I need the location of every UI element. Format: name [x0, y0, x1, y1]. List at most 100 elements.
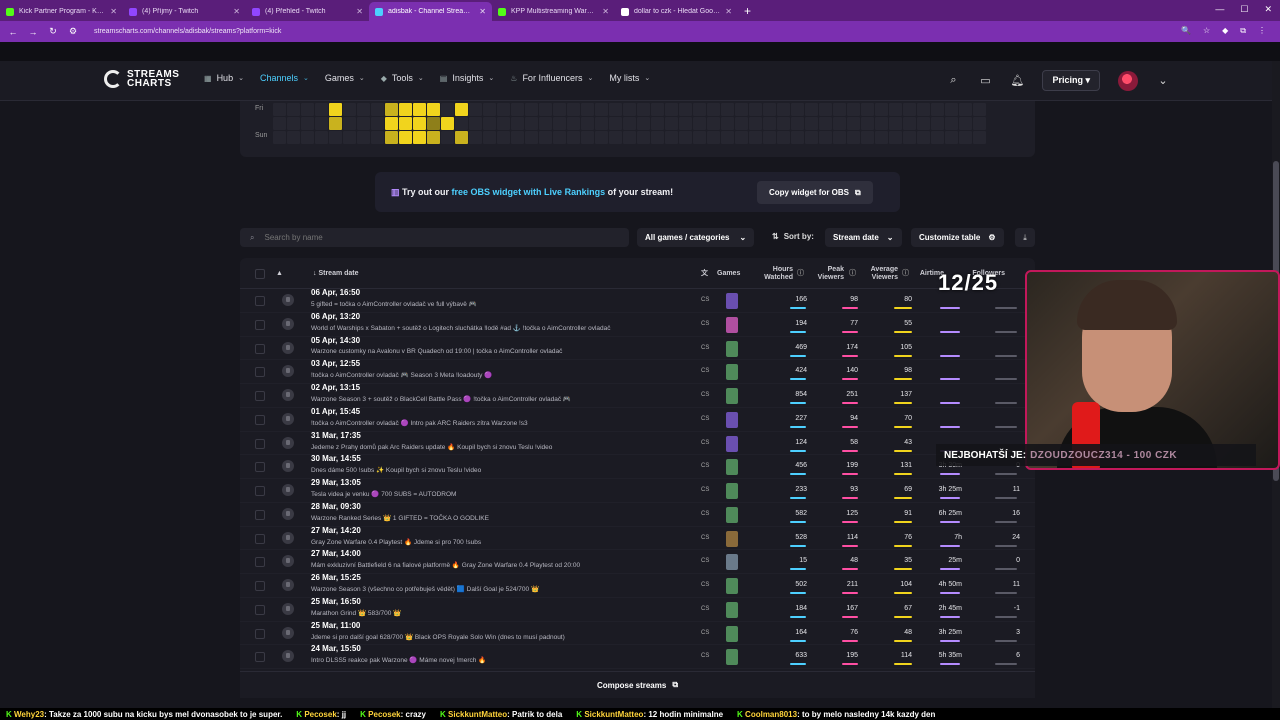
- table-row[interactable]: 06 Apr, 13:20 World of Warships x Sabato…: [240, 312, 1035, 337]
- extension-icon[interactable]: ◆: [1222, 26, 1228, 36]
- game-cover-icon[interactable]: [726, 625, 738, 642]
- game-cover-icon[interactable]: [726, 293, 738, 309]
- copy-widget-button[interactable]: Copy widget for OBS ⧉: [757, 181, 873, 204]
- table-row[interactable]: 01 Apr, 15:45 !točka o AimController ovl…: [240, 407, 1035, 432]
- play-icon[interactable]: [282, 650, 294, 663]
- stream-date[interactable]: 26 Mar, 15:25: [311, 573, 361, 582]
- stream-date[interactable]: 29 Mar, 13:05: [311, 478, 361, 487]
- close-tab-icon[interactable]: ✕: [602, 7, 609, 16]
- stream-date[interactable]: 06 Apr, 13:20: [311, 312, 360, 321]
- stream-date[interactable]: 31 Mar, 17:35: [311, 431, 361, 440]
- browser-tab[interactable]: (4) Příjmy - Twitch ✕: [123, 2, 246, 21]
- table-row[interactable]: 25 Mar, 16:50 Marathon Grind 👑 583/700 👑…: [240, 597, 1035, 622]
- game-cover-icon[interactable]: [726, 340, 738, 357]
- game-cover-icon[interactable]: [726, 601, 738, 618]
- close-tab-icon[interactable]: ✕: [356, 7, 363, 16]
- sort-select[interactable]: Stream date ⌄: [825, 228, 902, 247]
- play-icon[interactable]: [282, 555, 294, 568]
- browser-tab[interactable]: dollar to czk - Hledat Googlem ✕: [615, 2, 738, 21]
- nav-item-games[interactable]: Games ⌄: [325, 73, 365, 83]
- table-row[interactable]: 03 Apr, 12:55 !točka o AimController ovl…: [240, 359, 1035, 384]
- table-row[interactable]: 31 Mar, 17:35 Jedeme z Prahy domů pak Ar…: [240, 431, 1035, 456]
- url-field[interactable]: streamscharts.com/channels/adisbak/strea…: [94, 28, 281, 35]
- download-button[interactable]: ⤓: [1015, 228, 1035, 247]
- play-icon[interactable]: [282, 531, 294, 544]
- back-icon[interactable]: ←: [8, 27, 18, 37]
- row-checkbox[interactable]: [255, 319, 265, 330]
- play-icon[interactable]: [282, 484, 294, 496]
- nav-item-hub[interactable]: ▦ Hub ⌄: [204, 73, 244, 83]
- user-avatar[interactable]: [1118, 70, 1138, 91]
- browser-tab[interactable]: KPP Multistreaming Warning - ✕: [492, 2, 615, 21]
- play-icon[interactable]: [282, 412, 294, 425]
- table-row[interactable]: 06 Apr, 16:50 5 gifted = točka o AimCont…: [240, 288, 1035, 313]
- close-tab-icon[interactable]: ✕: [233, 7, 240, 16]
- play-icon[interactable]: [282, 626, 294, 639]
- game-cover-icon[interactable]: [726, 578, 738, 594]
- row-checkbox[interactable]: [255, 486, 265, 496]
- info-icon[interactable]: ⓘ: [797, 258, 804, 289]
- select-all-checkbox[interactable]: [255, 258, 265, 289]
- row-checkbox[interactable]: [255, 557, 265, 568]
- forward-icon[interactable]: →: [28, 27, 38, 37]
- hours-watched-header[interactable]: Hours Watched: [755, 258, 793, 289]
- pricing-button[interactable]: Pricing ▾: [1042, 70, 1100, 91]
- play-icon[interactable]: [282, 294, 294, 306]
- site-info-icon[interactable]: ⚙: [68, 26, 78, 37]
- nav-item-channels[interactable]: Channels ⌄: [260, 73, 309, 83]
- stream-date[interactable]: 28 Mar, 09:30: [311, 502, 361, 511]
- stream-date[interactable]: 27 Mar, 14:00: [311, 549, 361, 558]
- close-tab-icon[interactable]: ✕: [725, 7, 732, 16]
- chevron-down-icon[interactable]: ⌄: [1156, 74, 1170, 87]
- game-cover-icon[interactable]: [726, 364, 738, 381]
- minimize-icon[interactable]: —: [1215, 4, 1224, 15]
- game-cover-icon[interactable]: [726, 459, 738, 476]
- row-checkbox[interactable]: [255, 652, 265, 663]
- row-checkbox[interactable]: [255, 296, 265, 306]
- reload-icon[interactable]: ↻: [48, 26, 58, 37]
- play-icon[interactable]: [282, 341, 294, 354]
- stream-date[interactable]: 03 Apr, 12:55: [311, 359, 360, 368]
- table-row[interactable]: 02 Apr, 13:15 Warzone Season 3 + soutěž …: [240, 383, 1035, 408]
- close-window-icon[interactable]: ✕: [1264, 4, 1272, 15]
- game-cover-icon[interactable]: [726, 411, 738, 428]
- game-cover-icon[interactable]: [726, 554, 738, 571]
- row-checkbox[interactable]: [255, 343, 265, 354]
- play-icon[interactable]: [282, 317, 294, 330]
- browser-tab[interactable]: (4) Přehled - Twitch ✕: [246, 2, 369, 21]
- row-checkbox[interactable]: [255, 509, 265, 520]
- close-tab-icon[interactable]: ✕: [110, 7, 117, 16]
- stream-date[interactable]: 25 Mar, 16:50: [311, 597, 361, 606]
- nav-item-insights[interactable]: ▤ Insights ⌄: [440, 73, 494, 83]
- game-cover-icon[interactable]: [726, 388, 738, 404]
- row-checkbox[interactable]: [255, 367, 265, 378]
- row-checkbox[interactable]: [255, 581, 265, 591]
- browser-tab[interactable]: Kick Partner Program - Kick Da ✕: [0, 2, 123, 21]
- stream-date-header[interactable]: ↓ Stream date: [313, 258, 359, 289]
- browser-tab[interactable]: adisbak - Channel Streams on K ✕: [369, 2, 492, 21]
- game-cover-icon[interactable]: [726, 435, 738, 452]
- table-row[interactable]: 27 Mar, 14:00 Mám exkluzivní Battlefield…: [240, 549, 1035, 574]
- nav-item-for-influencers[interactable]: ♨ For Influencers ⌄: [510, 73, 593, 83]
- row-checkbox[interactable]: [255, 462, 265, 473]
- play-icon[interactable]: [282, 365, 294, 378]
- game-cover-icon[interactable]: [726, 649, 738, 666]
- close-tab-icon[interactable]: ✕: [479, 7, 486, 16]
- table-row[interactable]: 28 Mar, 09:30 Warzone Ranked Series 👑 1 …: [240, 502, 1035, 527]
- notifications-bell-icon[interactable]: 🔔︎: [1010, 74, 1024, 87]
- play-icon[interactable]: [282, 460, 294, 473]
- promo-link[interactable]: free OBS widget with Live Rankings: [452, 187, 606, 197]
- info-icon[interactable]: ⓘ: [849, 258, 856, 289]
- stream-date[interactable]: 24 Mar, 15:50: [311, 644, 361, 653]
- game-cover-icon[interactable]: [726, 316, 738, 333]
- stream-date[interactable]: 01 Apr, 15:45: [311, 407, 360, 416]
- search-icon[interactable]: ⌕: [946, 74, 960, 87]
- nav-item-tools[interactable]: ◆ Tools ⌄: [381, 73, 424, 83]
- compose-streams-button[interactable]: Compose streams ⧉: [240, 671, 1035, 698]
- table-row[interactable]: 27 Mar, 14:20 Gray Zone Warfare 0.4 Play…: [240, 526, 1035, 551]
- row-checkbox[interactable]: [255, 533, 265, 544]
- stream-date[interactable]: 06 Apr, 16:50: [311, 288, 360, 297]
- search-input[interactable]: [264, 233, 565, 242]
- nav-item-my-lists[interactable]: My lists ⌄: [609, 73, 650, 83]
- table-row[interactable]: 24 Mar, 15:50 Intro DLSS5 reakce pak War…: [240, 644, 1035, 669]
